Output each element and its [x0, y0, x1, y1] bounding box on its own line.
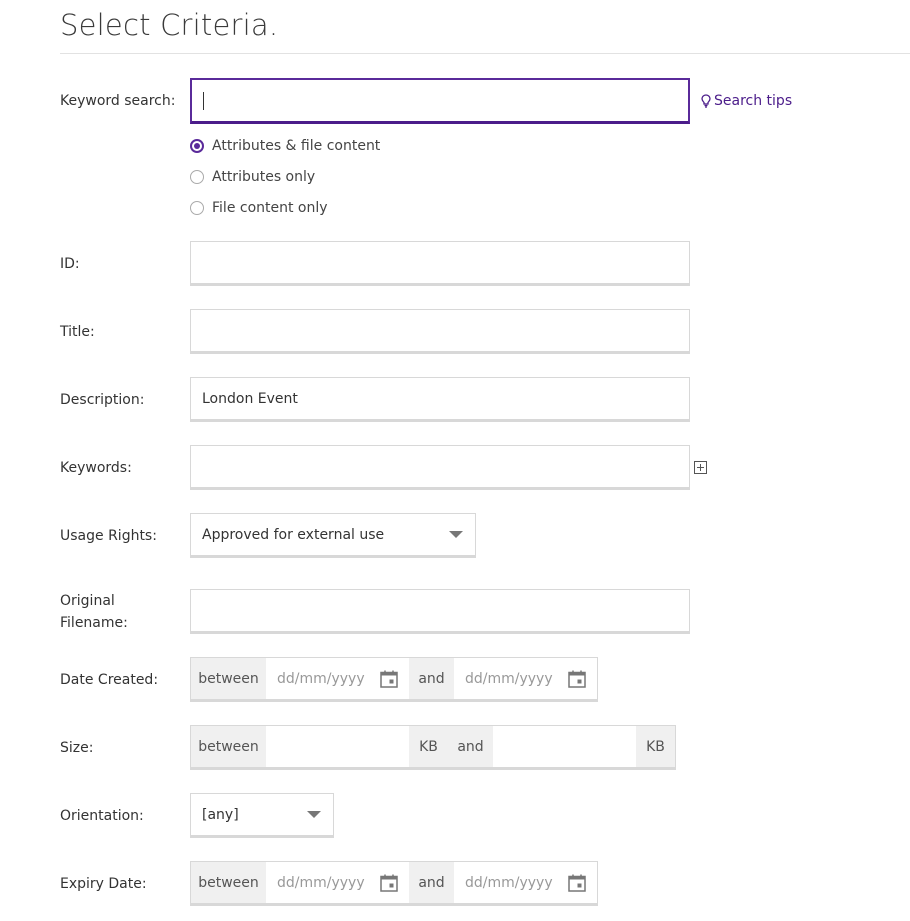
kb-unit-addon: KB — [409, 726, 448, 767]
radio-label: Attributes only — [212, 169, 316, 185]
search-tips-link[interactable]: Search tips — [701, 93, 792, 109]
date-placeholder: dd/mm/yyyy — [465, 874, 553, 891]
expiry-date-label: Expiry Date: — [60, 876, 147, 892]
size-to-input[interactable] — [493, 726, 636, 767]
and-addon: and — [448, 726, 493, 767]
radio-attributes-file-content[interactable]: Attributes & file content — [190, 138, 380, 154]
usage-rights-label: Usage Rights: — [60, 528, 157, 544]
calendar-icon[interactable] — [568, 874, 586, 892]
radio-label: File content only — [212, 200, 328, 216]
and-addon: and — [409, 658, 454, 699]
date-created-from-input[interactable]: dd/mm/yyyy — [266, 658, 409, 699]
between-addon: between — [191, 862, 266, 903]
page-title: Select Criteria. — [60, 8, 279, 42]
usage-rights-selected: Approved for external use — [202, 526, 385, 543]
original-filename-field[interactable] — [190, 589, 690, 634]
size-from-input[interactable] — [266, 726, 409, 767]
usage-rights-select[interactable]: Approved for external use — [190, 513, 476, 558]
radio-label: Attributes & file content — [212, 138, 381, 154]
keyword-search-input[interactable] — [192, 80, 688, 121]
expiry-date-from-input[interactable]: dd/mm/yyyy — [266, 862, 409, 903]
kb-unit-addon: KB — [636, 726, 675, 767]
calendar-icon[interactable] — [380, 670, 398, 688]
orientation-label: Orientation: — [60, 808, 144, 824]
title-field[interactable] — [190, 309, 690, 354]
keyword-search-label: Keyword search: — [60, 93, 176, 109]
chevron-down-icon — [307, 810, 321, 818]
date-placeholder: dd/mm/yyyy — [277, 670, 365, 687]
radio-attributes-only[interactable]: Attributes only — [190, 169, 315, 185]
between-addon: between — [191, 726, 266, 767]
date-placeholder: dd/mm/yyyy — [277, 874, 365, 891]
description-input[interactable] — [191, 378, 689, 419]
original-filename-input[interactable] — [191, 590, 689, 631]
description-label: Description: — [60, 392, 145, 408]
date-created-label: Date Created: — [60, 672, 159, 688]
id-input[interactable] — [191, 242, 689, 283]
keyword-search-field[interactable] — [190, 78, 690, 124]
keywords-label: Keywords: — [60, 460, 132, 476]
expiry-date-to-input[interactable]: dd/mm/yyyy — [454, 862, 597, 903]
size-label: Size: — [60, 740, 94, 756]
calendar-icon[interactable] — [380, 874, 398, 892]
original-filename-label-line2: Filename: — [60, 615, 128, 631]
keywords-field[interactable] — [190, 445, 690, 490]
lightbulb-icon — [701, 94, 711, 108]
add-keyword-plus-icon[interactable] — [694, 461, 707, 474]
date-created-range: between dd/mm/yyyy and dd/mm/yyyy — [190, 657, 598, 702]
chevron-down-icon — [449, 530, 463, 538]
text-caret — [203, 92, 204, 110]
date-created-to-input[interactable]: dd/mm/yyyy — [454, 658, 597, 699]
id-field[interactable] — [190, 241, 690, 286]
title-label: Title: — [60, 324, 95, 340]
radio-button[interactable] — [190, 170, 204, 184]
radio-button-checked[interactable] — [190, 139, 204, 153]
and-addon: and — [409, 862, 454, 903]
title-input[interactable] — [191, 310, 689, 351]
id-label: ID: — [60, 256, 80, 272]
keywords-input[interactable] — [191, 446, 689, 487]
search-tips-label: Search tips — [714, 93, 793, 109]
between-addon: between — [191, 658, 266, 699]
size-range: between KB and KB — [190, 725, 676, 770]
original-filename-label-line1: Original — [60, 593, 115, 609]
date-placeholder: dd/mm/yyyy — [465, 670, 553, 687]
orientation-selected: [any] — [202, 806, 239, 823]
radio-file-content-only[interactable]: File content only — [190, 200, 328, 216]
expiry-date-range: between dd/mm/yyyy and dd/mm/yyyy — [190, 861, 598, 906]
calendar-icon[interactable] — [568, 670, 586, 688]
radio-button[interactable] — [190, 201, 204, 215]
title-divider — [60, 53, 910, 54]
orientation-select[interactable]: [any] — [190, 793, 334, 838]
description-field[interactable] — [190, 377, 690, 422]
